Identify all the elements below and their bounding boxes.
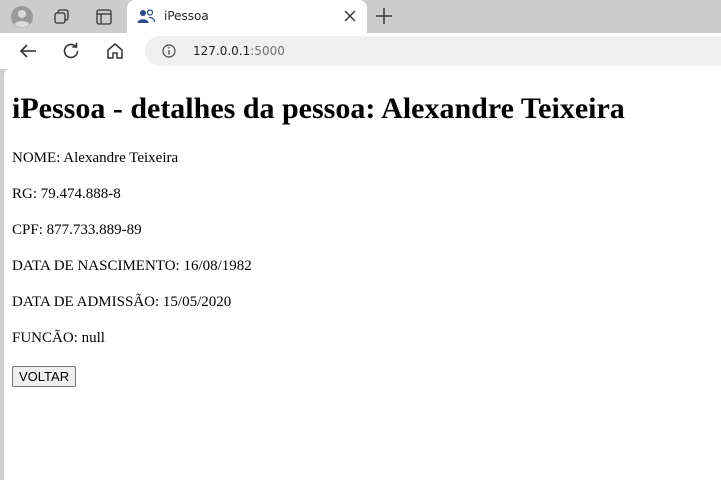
field-value: 15/05/2020 <box>162 294 232 310</box>
tab-strip: iPessoa <box>0 0 721 33</box>
people-icon <box>137 9 155 23</box>
field-label: NOME: <box>12 150 61 166</box>
field-value: 79.474.888-8 <box>40 186 121 202</box>
field-value: 16/08/1982 <box>183 258 252 274</box>
tab-actions-icon[interactable] <box>91 4 117 30</box>
new-tab-icon[interactable] <box>373 5 395 27</box>
field-funcao: FUNCÃO: null <box>12 330 105 347</box>
field-label: CPF: <box>12 222 43 238</box>
profile-icon[interactable] <box>9 4 35 30</box>
tab-title: iPessoa <box>164 9 209 23</box>
field-label: FUNCÃO: <box>12 330 78 346</box>
field-label: RG: <box>12 186 38 202</box>
voltar-button[interactable]: VOLTAR <box>12 366 77 387</box>
tab-ipessoa[interactable]: iPessoa <box>127 0 367 33</box>
field-label: DATA DE NASCIMENTO: <box>12 258 180 274</box>
home-icon[interactable] <box>103 39 127 63</box>
back-arrow-icon[interactable] <box>16 39 40 63</box>
workspaces-icon[interactable] <box>49 4 75 30</box>
field-value: 877.733.889-89 <box>46 222 142 238</box>
refresh-icon[interactable] <box>59 39 83 63</box>
close-icon[interactable] <box>343 9 357 23</box>
field-rg: RG: 79.474.888-8 <box>12 186 121 203</box>
url-text[interactable]: 127.0.0.1:5000 <box>193 44 285 58</box>
field-cpf: CPF: 877.733.889-89 <box>12 222 142 239</box>
address-bar[interactable]: 127.0.0.1:5000 <box>145 36 721 66</box>
url-host: 127.0.0.1 <box>193 44 251 58</box>
toolbar: 127.0.0.1:5000 <box>0 33 721 69</box>
field-label: DATA DE ADMISSÃO: <box>12 294 160 310</box>
field-value: Alexandre Teixeira <box>63 150 179 166</box>
page-viewport: iPessoa - detalhes da pessoa: Alexandre … <box>4 69 721 480</box>
page-title: iPessoa - detalhes da pessoa: Alexandre … <box>12 92 625 125</box>
field-data-admissao: DATA DE ADMISSÃO: 15/05/2020 <box>12 294 231 311</box>
field-data-nascimento: DATA DE NASCIMENTO: 16/08/1982 <box>12 258 252 275</box>
browser-window: iPessoa 127.0.0.1:5000 iPessoa - detalhe… <box>0 0 721 480</box>
field-value: null <box>81 330 105 346</box>
url-port: :5000 <box>250 44 285 58</box>
info-icon[interactable] <box>162 44 176 58</box>
field-nome: NOME: Alexandre Teixeira <box>12 150 178 167</box>
